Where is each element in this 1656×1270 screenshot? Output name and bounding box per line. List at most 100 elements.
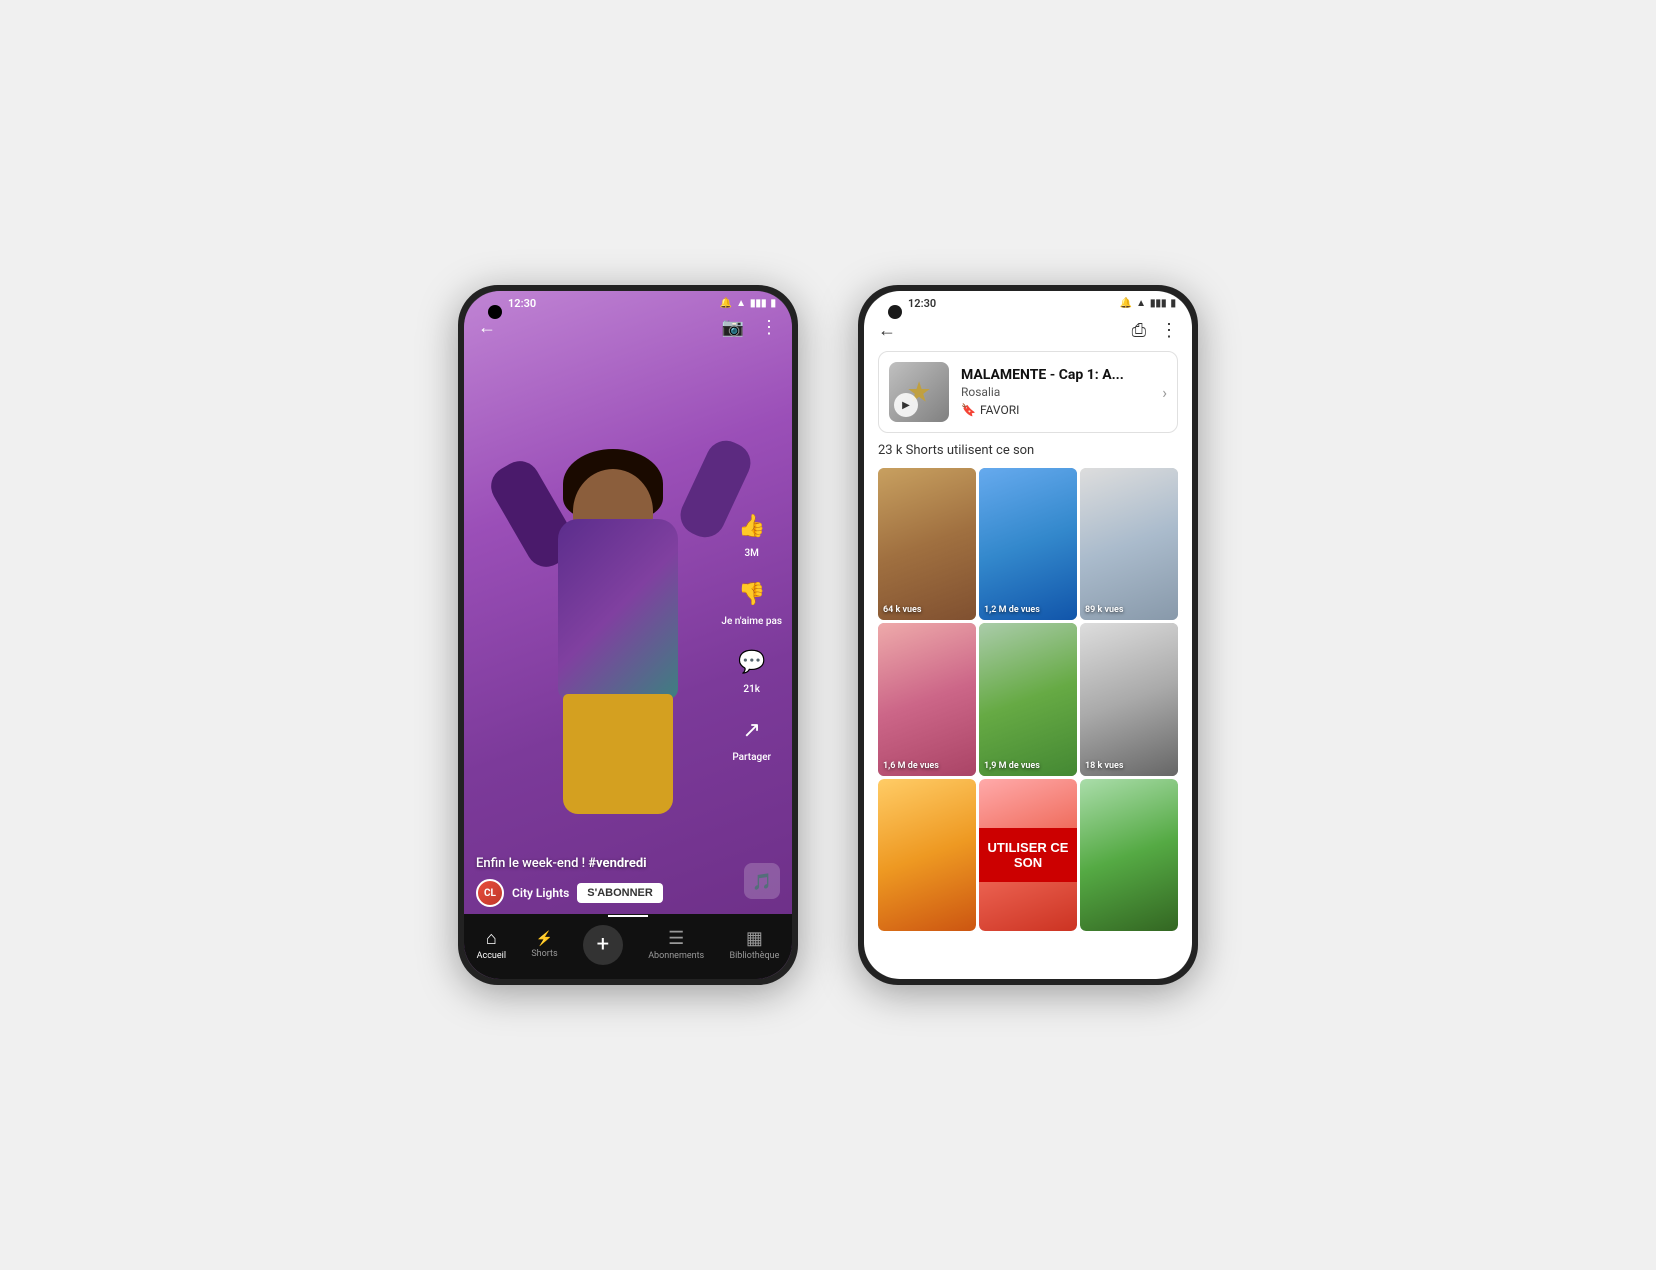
dislike-label: Je n'aime pas [721,616,782,627]
volume-down-button-2 [858,436,861,471]
status-bar: 12:30 🔔 ▲ ▮▮▮ ▮ [464,291,792,314]
pants [563,694,673,814]
sound-card[interactable]: ★ ▶ MALAMENTE - Cap 1: A... Rosalia 🔖 FA… [878,351,1178,433]
sound-detail-screen: 12:30 🔔 ▲ ▮▮▮ ▮ ← ⎙ ⋮ ★ ▶ [864,291,1192,979]
shorts-player-screen: 12:30 🔔 ▲ ▮▮▮ ▮ ← 📷 ⋮ 👍 3M 👎 [464,291,792,979]
library-icon: ▦ [746,928,763,949]
video-thumb-1[interactable]: 64 k vues [878,468,976,620]
channel-avatar: CL [476,879,504,907]
caption-text: Enfin le week-end ! #vendredi [476,856,732,871]
chevron-right-icon: › [1162,383,1167,402]
video-thumb-6[interactable]: 18 k vues [1080,623,1178,775]
use-sound-button[interactable]: UTILISER CE SON [979,828,1077,882]
music-icon: 🎵 [752,872,772,891]
share-button[interactable]: ↗ Partager [732,711,771,763]
sound-title: MALAMENTE - Cap 1: A... [961,367,1150,383]
phone-2: 12:30 🔔 ▲ ▮▮▮ ▮ ← ⎙ ⋮ ★ ▶ [858,285,1198,985]
video-views-3: 89 k vues [1085,605,1124,615]
comment-button[interactable]: 💬 21k [733,643,771,695]
back-button[interactable]: ← [478,317,496,338]
vibrate-icon: 🔔 [720,298,732,309]
like-button[interactable]: 👍 3M [733,507,771,559]
wifi-icon-2: ▲ [1136,298,1146,309]
more-options-icon[interactable]: ⋮ [760,317,778,338]
signal-icon: ▮▮▮ [750,298,767,309]
bottom-navigation: ⌂ Accueil ⚡ Shorts + ☰ Abonnements ▦ Bib… [464,914,792,979]
actions-panel: 👍 3M 👎 Je n'aime pas 💬 21k ↗ Partager [721,507,782,763]
status-icons-2: 🔔 ▲ ▮▮▮ ▮ [1120,298,1176,309]
video-thumb-8[interactable]: UTILISER CE SON [979,779,1077,931]
dislike-button[interactable]: 👎 Je n'aime pas [721,575,782,627]
nav-library-label: Bibliothèque [729,951,779,961]
more-options-button-2[interactable]: ⋮ [1160,320,1178,341]
share-icon: ↗ [733,711,771,749]
like-icon: 👍 [733,507,771,545]
back-button-2[interactable]: ← [878,320,896,341]
subscriptions-icon: ☰ [668,928,684,949]
nav-subscriptions-label: Abonnements [648,951,704,961]
hashtag: #vendredi [588,856,646,871]
channel-row: CL City Lights S'ABONNER [476,879,732,907]
music-button[interactable]: 🎵 [744,863,780,899]
comment-icon: 💬 [733,643,771,681]
sound-favorite[interactable]: 🔖 FAVORI [961,403,1150,417]
power-button-2 [858,391,861,426]
video-views-5: 1,9 M de vues [984,761,1040,771]
video-views-2: 1,2 M de vues [984,605,1040,615]
nav-shorts[interactable]: ⚡ Shorts [531,931,557,959]
volume-button [795,411,798,461]
status-bar-2: 12:30 🔔 ▲ ▮▮▮ ▮ [864,291,1192,314]
subscribe-button[interactable]: S'ABONNER [577,883,663,903]
nav-home-label: Accueil [477,951,506,961]
signal-icon-2: ▮▮▮ [1150,298,1167,309]
video-caption: Enfin le week-end ! #vendredi CL City Li… [476,856,732,907]
share-label: Partager [732,752,771,763]
nav-shorts-label: Shorts [531,949,557,959]
add-icon-circle: + [583,925,623,965]
video-thumb-3[interactable]: 89 k vues [1080,468,1178,620]
video-thumb-4[interactable]: 1,6 M de vues [878,623,976,775]
sound-artist: Rosalia [961,385,1150,399]
nav-add[interactable]: + [583,925,623,965]
share-button-2[interactable]: ⎙ [1132,320,1146,341]
video-thumb-9[interactable] [1080,779,1178,931]
topbar-right: ⎙ ⋮ [1132,320,1178,341]
play-button[interactable]: ▶ [894,393,918,417]
vibrate-icon-2: 🔔 [1120,298,1132,309]
punch-hole-camera [488,305,502,319]
wifi-icon: ▲ [736,298,746,309]
nav-home[interactable]: ⌂ Accueil [477,928,506,961]
bookmark-icon: 🔖 [961,403,976,417]
topbar-left: ← [878,320,896,341]
punch-hole-camera-2 [888,305,902,319]
person-figure [538,439,718,859]
status-time-2: 12:30 [908,297,936,310]
video-views-1: 64 k vues [883,605,922,615]
top-bar: ← 📷 ⋮ [464,317,792,338]
video-thumb-7[interactable] [878,779,976,931]
battery-icon: ▮ [770,298,776,309]
fav-label: FAVORI [980,403,1019,417]
battery-icon-2: ▮ [1170,298,1176,309]
nav-library[interactable]: ▦ Bibliothèque [729,928,779,961]
phone-1: 12:30 🔔 ▲ ▮▮▮ ▮ ← 📷 ⋮ 👍 3M 👎 [458,285,798,985]
nav-subscriptions[interactable]: ☰ Abonnements [648,928,704,961]
volume-button-2 [1195,411,1198,461]
status-time: 12:30 [508,297,536,310]
video-views-6: 18 k vues [1085,761,1124,771]
video-thumb-2[interactable]: 1,2 M de vues [979,468,1077,620]
video-grid: 64 k vues 1,2 M de vues 89 k vues 1,6 M … [878,468,1178,931]
torso [558,519,678,699]
status-icons: 🔔 ▲ ▮▮▮ ▮ [720,298,776,309]
power-button [458,391,461,426]
dislike-icon: 👎 [733,575,771,613]
sound-thumbnail: ★ ▶ [889,362,949,422]
like-count: 3M [744,548,758,559]
camera-icon[interactable]: 📷 [722,317,744,338]
video-views-4: 1,6 M de vues [883,761,939,771]
home-icon: ⌂ [486,928,497,949]
nav-underline [608,915,648,917]
channel-name: City Lights [512,886,569,900]
video-thumb-5[interactable]: 1,9 M de vues [979,623,1077,775]
comment-count: 21k [743,684,760,695]
